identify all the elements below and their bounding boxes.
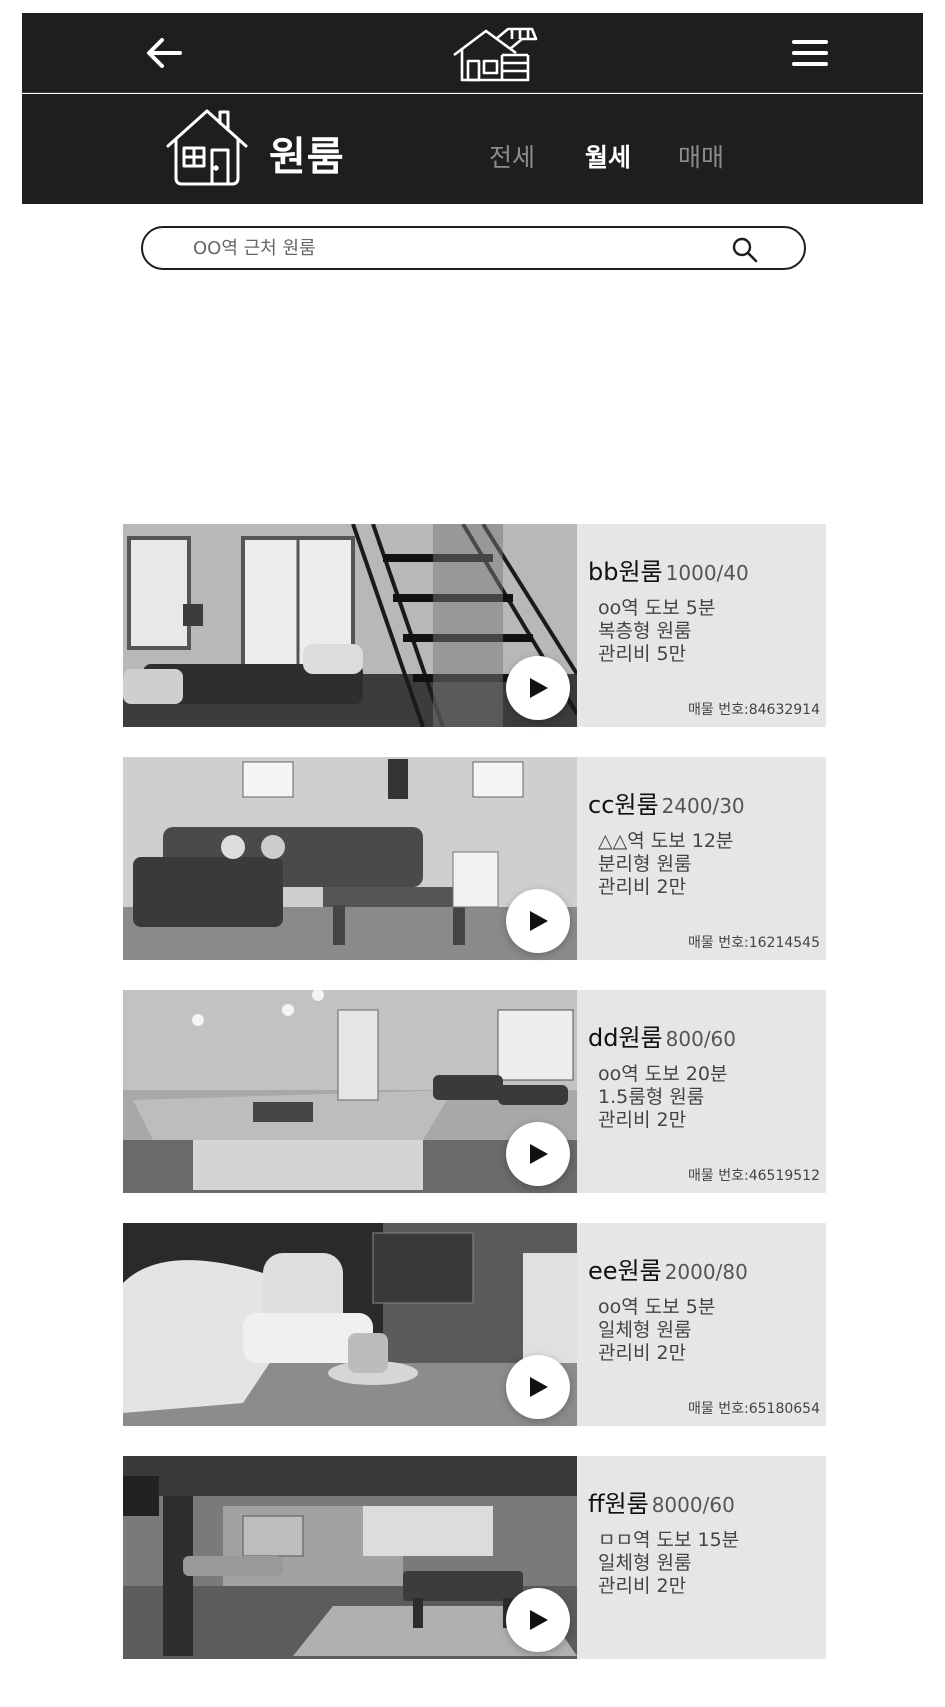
play-icon (530, 911, 548, 931)
listing-detail: 관리비 2만 (598, 1575, 687, 1597)
listing-name: dd원룸 (588, 1024, 663, 1052)
play-icon (530, 678, 548, 698)
search-bar (141, 226, 806, 270)
listing-info: cc원룸 2400/30 △△역 도보 12분 분리형 원룸 관리비 2만 (588, 785, 818, 899)
play-icon (530, 1610, 548, 1630)
listing-number: 매물 번호:65180654 (688, 1401, 820, 1417)
listing-price: 1000/40 (665, 561, 749, 585)
search-icon[interactable] (731, 236, 759, 264)
listing-card[interactable]: ee원룸 2000/80 oo역 도보 5분 일체형 원룸 관리비 2만 매물 번… (123, 1223, 826, 1426)
listing-title: dd원룸 800/60 (588, 1018, 818, 1053)
listing-card[interactable]: cc원룸 2400/30 △△역 도보 12분 분리형 원룸 관리비 2만 매물 … (123, 757, 826, 960)
play-video-button[interactable] (506, 656, 570, 720)
listing-name: bb원룸 (588, 558, 663, 586)
arrow-left-icon[interactable] (140, 35, 188, 71)
listing-name: ee원룸 (588, 1257, 662, 1285)
listing-price: 800/60 (665, 1027, 737, 1051)
tab-wolse[interactable]: 월세 (585, 138, 631, 174)
listing-detail: oo역 도보 20분 (598, 1063, 728, 1085)
listing-details: ㅁㅁ역 도보 15분 일체형 원룸 관리비 2만 (598, 1529, 818, 1598)
listing-detail: 관리비 5만 (598, 643, 687, 665)
house-icon (166, 109, 248, 186)
play-icon (530, 1377, 548, 1397)
listing-detail: ㅁㅁ역 도보 15분 (598, 1529, 740, 1551)
listing-detail: 분리형 원룸 (598, 853, 692, 875)
tab-jeonse[interactable]: 전세 (489, 138, 535, 174)
listing-detail: 1.5룸형 원룸 (598, 1086, 705, 1108)
listing-card[interactable]: ff원룸 8000/60 ㅁㅁ역 도보 15분 일체형 원룸 관리비 2만 (123, 1456, 826, 1659)
listing-number: 매물 번호:46519512 (688, 1168, 820, 1184)
listing-detail: 복층형 원룸 (598, 620, 692, 642)
listing-detail: oo역 도보 5분 (598, 1296, 716, 1318)
category-header: 원룸 전세 월세 매매 (22, 94, 923, 204)
listing-name: cc원룸 (588, 791, 659, 819)
play-video-button[interactable] (506, 1122, 570, 1186)
listing-title: ff원룸 8000/60 (588, 1484, 818, 1519)
listing-detail: 일체형 원룸 (598, 1319, 692, 1341)
listing-price: 8000/60 (651, 1493, 735, 1517)
category-title: 원룸 (269, 134, 345, 180)
listing-details: oo역 도보 5분 일체형 원룸 관리비 2만 (598, 1296, 818, 1365)
listing-title: cc원룸 2400/30 (588, 785, 818, 820)
listing-details: oo역 도보 20분 1.5룸형 원룸 관리비 2만 (598, 1063, 818, 1132)
hamburger-menu-icon[interactable] (790, 37, 830, 69)
listing-details: △△역 도보 12분 분리형 원룸 관리비 2만 (598, 830, 818, 899)
listing-detail: △△역 도보 12분 (598, 830, 734, 852)
tab-maemae[interactable]: 매매 (678, 138, 724, 174)
listing-detail: 관리비 2만 (598, 1109, 687, 1131)
top-bar (22, 13, 923, 93)
listing-number: 매물 번호:16214545 (688, 935, 820, 951)
play-video-button[interactable] (506, 1355, 570, 1419)
listing-card[interactable]: dd원룸 800/60 oo역 도보 20분 1.5룸형 원룸 관리비 2만 매물… (123, 990, 826, 1193)
play-video-button[interactable] (506, 889, 570, 953)
listing-detail: 일체형 원룸 (598, 1552, 692, 1574)
listing-info: dd원룸 800/60 oo역 도보 20분 1.5룸형 원룸 관리비 2만 (588, 1018, 818, 1132)
listing-info: ff원룸 8000/60 ㅁㅁ역 도보 15분 일체형 원룸 관리비 2만 (588, 1484, 818, 1598)
listing-price: 2400/30 (661, 794, 745, 818)
play-icon (530, 1144, 548, 1164)
listing-name: ff원룸 (588, 1490, 649, 1518)
listing-number: 매물 번호:84632914 (688, 702, 820, 718)
listing-title: ee원룸 2000/80 (588, 1251, 818, 1286)
listing-detail: 관리비 2만 (598, 876, 687, 898)
search-input[interactable] (193, 234, 693, 262)
listing-details: oo역 도보 5분 복층형 원룸 관리비 5만 (598, 597, 818, 666)
listing-detail: oo역 도보 5분 (598, 597, 716, 619)
listing-info: ee원룸 2000/80 oo역 도보 5분 일체형 원룸 관리비 2만 (588, 1251, 818, 1365)
listing-info: bb원룸 1000/40 oo역 도보 5분 복층형 원룸 관리비 5만 (588, 552, 818, 666)
listing-card[interactable]: bb원룸 1000/40 oo역 도보 5분 복층형 원룸 관리비 5만 매물 번… (123, 524, 826, 727)
listing-title: bb원룸 1000/40 (588, 552, 818, 587)
listing-price: 2000/80 (664, 1260, 748, 1284)
house-logo-icon[interactable] (450, 25, 540, 83)
play-video-button[interactable] (506, 1588, 570, 1652)
listing-detail: 관리비 2만 (598, 1342, 687, 1364)
